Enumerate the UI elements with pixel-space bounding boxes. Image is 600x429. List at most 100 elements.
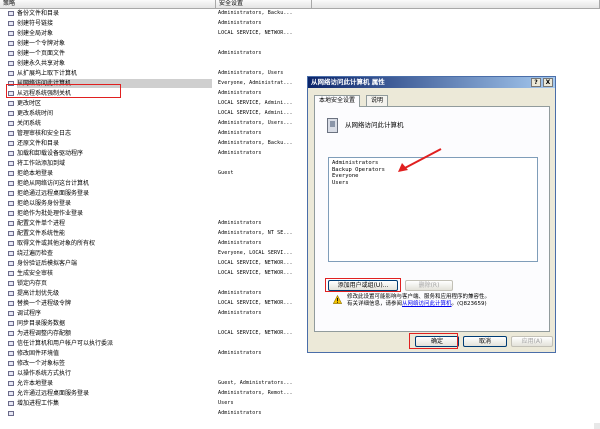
tab-local-security-setting[interactable]: 本地安全设置 (314, 95, 361, 107)
table-row[interactable]: 创建全局对象 LOCAL SERVICE, NETWOR... (0, 29, 600, 38)
policy-item-icon (8, 381, 14, 386)
apply-button[interactable]: 应用(A) (511, 336, 553, 347)
policy-name-cell: 替换一个进程级令牌 (17, 300, 72, 307)
policy-item-icon (8, 51, 14, 56)
policy-item-icon (8, 331, 14, 336)
policy-item-icon (8, 191, 14, 196)
warning-icon (333, 295, 342, 304)
policy-name-cell: 拒绝作为批处理作业登录 (17, 210, 84, 217)
policy-name-cell: 更改时区 (17, 100, 42, 107)
security-setting-cell: LOCAL SERVICE, NETWOR... (218, 300, 293, 306)
policy-name-cell: 拒绝从网络访问这台计算机 (17, 180, 90, 187)
policy-item-icon (8, 201, 14, 206)
help-button[interactable]: ? (531, 78, 541, 87)
security-setting-cell: Everyone, LOCAL SERVI... (218, 250, 293, 256)
policy-item-icon (8, 391, 14, 396)
scroll-corner (594, 423, 600, 429)
table-row[interactable]: 备份文件和目录 Administrators, Backu... (0, 9, 600, 18)
close-button[interactable]: X (543, 78, 553, 87)
table-row[interactable]: 创建符号链接 Administrators (0, 19, 600, 28)
table-row[interactable]: 以操作系统方式执行 (0, 369, 600, 378)
remove-button[interactable]: 删除(R) (405, 280, 453, 291)
table-row[interactable]: 增加进程工作集 Users (0, 399, 600, 408)
policy-item-icon (8, 21, 14, 26)
security-setting-cell: Administrators (218, 220, 262, 226)
security-setting-cell: Administrators, Backu... (218, 10, 293, 16)
tab-explain[interactable]: 说明 (366, 95, 389, 106)
policy-name-cell: 同步目录服务数据 (17, 320, 66, 327)
policy-name-cell: 增加进程工作集 (17, 400, 60, 407)
cancel-button[interactable]: 取消 (463, 336, 507, 347)
policy-item-icon (8, 341, 14, 346)
policy-item-icon (8, 121, 14, 126)
policy-item-icon (8, 171, 14, 176)
table-row[interactable]: 修改一个对象标签 (0, 359, 600, 368)
security-setting-cell: Administrators (218, 240, 262, 246)
policy-item-icon (8, 261, 14, 266)
table-row[interactable]: 允许通过远程桌面服务登录 Administrators, Remot... (0, 389, 600, 398)
policy-name-cell: 备份文件和目录 (17, 10, 60, 17)
policy-name-cell: 创建全局对象 (17, 30, 54, 37)
tab-panel: 从网络访问此计算机 Administrators Backup Operator… (314, 106, 550, 332)
highlight-selected-policy (6, 84, 121, 98)
policy-name-cell: 信任计算机和用户帐户可以执行委派 (17, 340, 114, 347)
security-setting-cell: Administrators, NT SE... (218, 230, 293, 236)
policy-name-cell: 创建永久共享对象 (17, 60, 66, 67)
warning-more: 有关详细信息，请参阅从网络访问此计算机。(Q823659) (347, 301, 543, 308)
help-link[interactable]: 从网络访问此计算机 (402, 301, 452, 307)
policy-name-cell: 提高计划优先级 (17, 290, 60, 297)
security-setting-cell: Administrators (218, 130, 262, 136)
highlight-ok-button (409, 333, 458, 349)
table-row[interactable]: 创建一个令牌对象 (0, 39, 600, 48)
policy-item-icon (8, 291, 14, 296)
warning-more-suffix: 。(Q823659) (451, 301, 487, 307)
policy-item-icon (8, 151, 14, 156)
warning-text: 修改此设置可能影响与客户端、服务和应用程序的兼容性。 (347, 294, 491, 300)
user-list[interactable]: Administrators Backup Operators Everyone… (328, 157, 538, 262)
policy-item-icon (8, 411, 14, 416)
table-row[interactable]: 创建一个页面文件 Administrators (0, 49, 600, 58)
security-setting-cell: Administrators, Users... (218, 120, 293, 126)
policy-item-icon (8, 41, 14, 46)
policy-name-cell: 还原文件和目录 (17, 140, 60, 147)
security-setting-cell: LOCAL SERVICE, NETWOR... (218, 260, 293, 266)
policy-name-cell: 从扩展坞上取下计算机 (17, 70, 78, 77)
security-setting-cell: Administrators, Remot... (218, 390, 293, 396)
policy-name-cell: 拒绝以服务身份登录 (17, 200, 72, 207)
policy-item-icon (8, 221, 14, 226)
table-row[interactable]: 允许本地登录 Guest, Administrators... (0, 379, 600, 388)
user-item[interactable]: Users (332, 180, 534, 187)
security-setting-cell: Administrators (218, 50, 262, 56)
table-row[interactable]: Administrators (0, 409, 600, 418)
policy-item-icon (8, 311, 14, 316)
security-setting-cell: LOCAL SERVICE, NETWOR... (218, 330, 293, 336)
security-setting-cell: Guest (218, 170, 234, 176)
policy-name-cell: 配置文件单个进程 (17, 220, 66, 227)
policy-name-cell: 修改一个对象标签 (17, 360, 66, 367)
policy-name-cell: 以操作系统方式执行 (17, 370, 72, 377)
policy-name-cell: 生成安全审核 (17, 270, 54, 277)
policy-item-icon (8, 71, 14, 76)
policy-item-icon (8, 281, 14, 286)
policy-name-cell: 身份验证后模拟客户端 (17, 260, 78, 267)
column-header-setting[interactable]: 安全设置 (216, 0, 312, 9)
highlight-add-button (325, 278, 401, 292)
policy-item-icon (8, 321, 14, 326)
policy-name-cell: 为进程调整内存配额 (17, 330, 72, 337)
column-header-policy[interactable]: 策略 (0, 0, 216, 9)
security-setting-cell: Administrators, Backu... (218, 140, 293, 146)
policy-name: 从网络访问此计算机 (345, 121, 404, 129)
warning-more-prefix: 有关详细信息，请参阅 (347, 301, 403, 307)
dialog-titlebar[interactable]: 从网络访问此计算机 属性 (308, 77, 555, 88)
policy-name-cell: 将工作站添加到域 (17, 160, 66, 167)
compatibility-warning: 修改此设置可能影响与客户端、服务和应用程序的兼容性。 有关详细信息，请参阅从网络… (347, 294, 543, 308)
policy-item-icon (8, 401, 14, 406)
policy-item-icon (8, 131, 14, 136)
policy-item-icon (8, 141, 14, 146)
policy-item-icon (8, 111, 14, 116)
table-row[interactable]: 创建永久共享对象 (0, 59, 600, 68)
policy-item-icon (8, 301, 14, 306)
security-setting-cell: Administrators (218, 20, 262, 26)
security-setting-cell: Administrators (218, 150, 262, 156)
policy-name-cell: 配置文件系统性能 (17, 230, 66, 237)
